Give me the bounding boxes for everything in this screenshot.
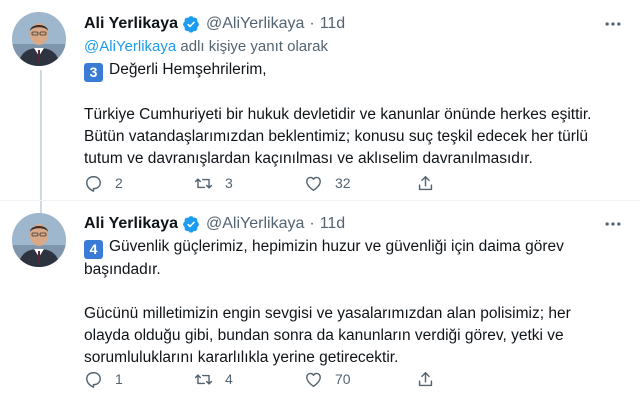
tweet-header: Ali Yerlikaya @AliYerlikaya · 11d — [84, 213, 345, 235]
like-count: 70 — [335, 371, 351, 387]
author-name[interactable]: Ali Yerlikaya — [84, 15, 178, 33]
tweet[interactable]: Ali Yerlikaya @AliYerlikaya · 11d @AliYe… — [0, 0, 640, 201]
reply-icon — [86, 175, 101, 192]
reply-icon — [86, 371, 101, 388]
tweet-actions: 1 4 70 — [84, 367, 524, 391]
tweet-line: olayda olduğu gibi, bundan sonra da kanu… — [84, 327, 564, 344]
reply-count: 2 — [115, 175, 123, 191]
like-button[interactable]: 70 — [304, 367, 351, 391]
tweet[interactable]: Ali Yerlikaya @AliYerlikaya · 11d 4 Güven… — [0, 201, 640, 401]
more-options-button[interactable] — [600, 211, 626, 237]
tweet-header: Ali Yerlikaya @AliYerlikaya · 11d — [84, 13, 345, 35]
tweet-line: sorumluluklarını kararlılıkla yerine get… — [84, 349, 399, 366]
number-badge-icon: 4 — [84, 240, 103, 259]
tweet-line: Değerli Hemşehrilerim, — [109, 61, 267, 78]
retweet-icon — [194, 373, 213, 385]
retweet-button[interactable]: 4 — [194, 367, 233, 391]
tweet-text: 4 Güvenlik güçlerimiz, hepimizin huzur ve… — [84, 236, 624, 369]
tweet-timestamp[interactable]: 11d — [320, 15, 346, 33]
heart-icon — [306, 372, 321, 387]
tweet-line: Türkiye Cumhuriyeti bir hukuk devletidir… — [84, 106, 592, 123]
retweet-icon — [194, 177, 213, 189]
reply-count: 1 — [115, 371, 123, 387]
more-icon — [605, 22, 621, 26]
thread-line — [40, 201, 42, 213]
verified-badge-icon — [182, 15, 200, 33]
tweet-line: başındadır. — [84, 261, 161, 278]
tweet-line: tutum ve davranışlardan kaçınılması ve a… — [84, 150, 533, 167]
reply-to-mention[interactable]: @AliYerlikaya — [84, 38, 176, 55]
share-icon — [418, 371, 433, 386]
avatar[interactable] — [12, 213, 66, 267]
more-icon — [605, 222, 621, 226]
more-options-button[interactable] — [600, 11, 626, 37]
tweet-timestamp[interactable]: 11d — [320, 215, 346, 233]
share-button[interactable] — [416, 367, 435, 391]
share-icon — [418, 175, 433, 190]
separator-dot: · — [309, 15, 315, 32]
retweet-button[interactable]: 3 — [194, 171, 233, 195]
tweet-line: Gücünü milletimizin engin sevgisi ve yas… — [84, 305, 571, 322]
reply-to-text: adlı kişiye yanıt olarak — [180, 38, 328, 55]
tweet-text: 3 Değerli Hemşehrilerim, Türkiye Cumhuriy… — [84, 59, 624, 170]
tweet-line: Bütün vatandaşlarımızdan beklentimiz; ko… — [84, 128, 589, 145]
author-handle[interactable]: @AliYerlikaya — [206, 15, 304, 33]
reply-button[interactable]: 1 — [84, 367, 123, 391]
avatar[interactable] — [12, 12, 66, 66]
retweet-count: 4 — [225, 371, 233, 387]
share-button[interactable] — [416, 171, 435, 195]
tweet-actions: 2 3 32 — [84, 171, 524, 195]
replying-to: @AliYerlikaya adlı kişiye yanıt olarak — [84, 38, 328, 55]
retweet-count: 3 — [225, 175, 233, 191]
heart-icon — [306, 176, 321, 191]
verified-badge-icon — [182, 215, 200, 233]
tweet-line: Güvenlik güçlerimiz, hepimizin huzur ve … — [109, 238, 564, 255]
number-badge-icon: 3 — [84, 63, 103, 82]
reply-button[interactable]: 2 — [84, 171, 123, 195]
author-name[interactable]: Ali Yerlikaya — [84, 215, 178, 233]
like-button[interactable]: 32 — [304, 171, 351, 195]
separator-dot: · — [309, 215, 315, 232]
thread-line — [40, 70, 42, 201]
author-handle[interactable]: @AliYerlikaya — [206, 215, 304, 233]
like-count: 32 — [335, 175, 351, 191]
